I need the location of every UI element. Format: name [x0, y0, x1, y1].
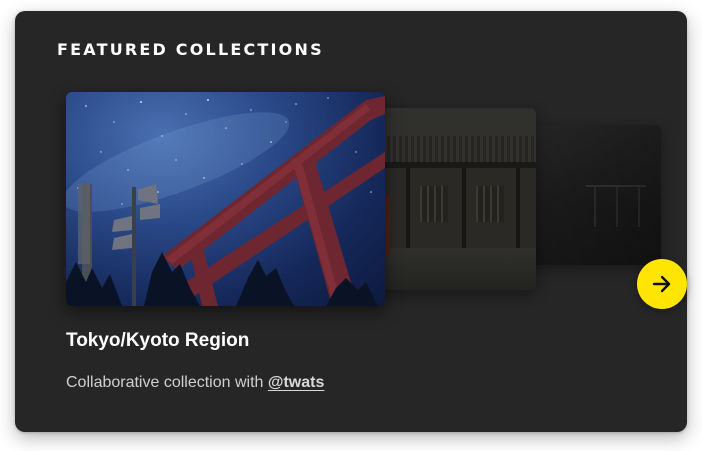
collection-carousel [66, 92, 687, 309]
arrow-right-icon [651, 273, 673, 295]
featured-collections-card: FEATURED COLLECTIONS Tokyo/Kyoto Region … [15, 11, 687, 432]
torii-gate-night-image [66, 96, 385, 306]
collection-title: Tokyo/Kyoto Region [66, 330, 250, 351]
collection-description: Collaborative collection with @twats [66, 373, 324, 393]
carousel-image-1[interactable] [66, 92, 385, 306]
section-heading: FEATURED COLLECTIONS [57, 40, 324, 59]
next-button[interactable] [637, 259, 687, 309]
description-prefix: Collaborative collection with [66, 374, 268, 391]
carousel-image-2[interactable] [366, 108, 536, 290]
collaborator-link[interactable]: @twats [268, 374, 325, 391]
